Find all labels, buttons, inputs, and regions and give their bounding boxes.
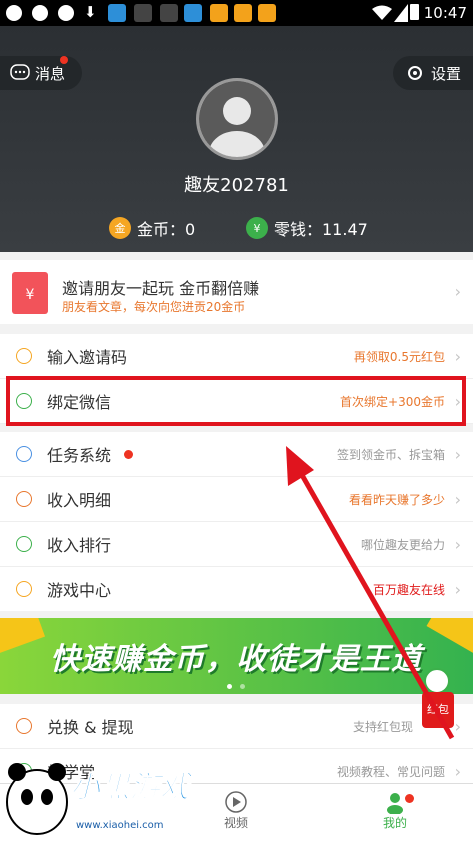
annotation-arrow [286, 446, 455, 740]
